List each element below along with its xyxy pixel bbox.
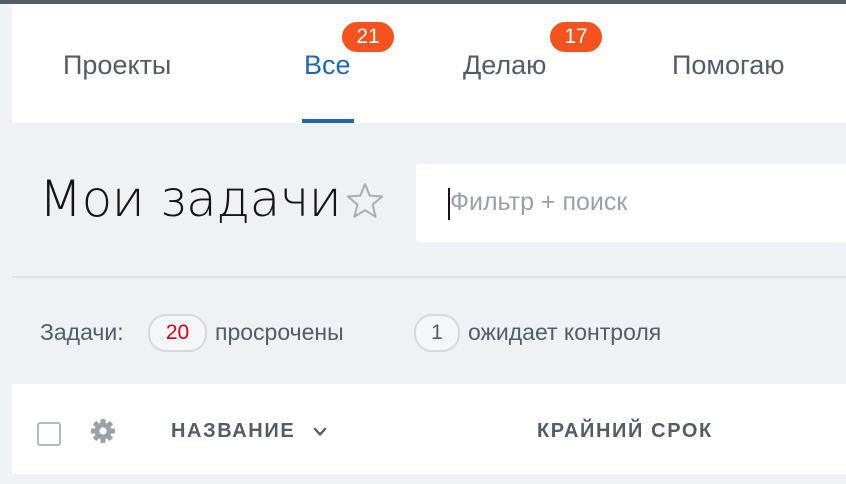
divider <box>12 276 846 278</box>
task-counters: Задачи: 20 просрочены 1 ожидает контроля <box>40 314 740 354</box>
tab-doing-badge: 17 <box>550 22 602 52</box>
tab-projects[interactable]: Проекты <box>63 50 171 81</box>
search-placeholder: Фильтр + поиск <box>450 188 628 216</box>
overdue-label[interactable]: просрочены <box>215 319 344 346</box>
select-all-checkbox[interactable] <box>37 422 61 446</box>
overdue-count-badge[interactable]: 20 <box>148 314 207 352</box>
counters-prefix: Задачи: <box>40 319 124 345</box>
tab-doing[interactable]: Делаю <box>463 50 546 81</box>
control-label[interactable]: ожидает контроля <box>468 319 661 346</box>
search-input[interactable]: Фильтр + поиск <box>416 164 846 242</box>
tab-all[interactable]: Все <box>304 50 351 81</box>
chevron-down-icon[interactable] <box>312 424 328 440</box>
column-header-name[interactable]: НАЗВАНИЕ <box>171 420 295 443</box>
control-count-badge[interactable]: 1 <box>414 314 460 352</box>
tab-all-badge: 21 <box>342 22 394 52</box>
star-outline-icon[interactable] <box>345 181 385 221</box>
table-header: НАЗВАНИЕ КРАЙНИЙ СРОК <box>12 384 846 474</box>
gear-icon[interactable] <box>90 418 116 444</box>
active-tab-indicator <box>302 119 354 123</box>
column-header-deadline[interactable]: КРАЙНИЙ СРОК <box>537 420 713 443</box>
tab-helping[interactable]: Помогаю <box>672 50 785 81</box>
page-title: Мои задачи <box>39 170 342 228</box>
